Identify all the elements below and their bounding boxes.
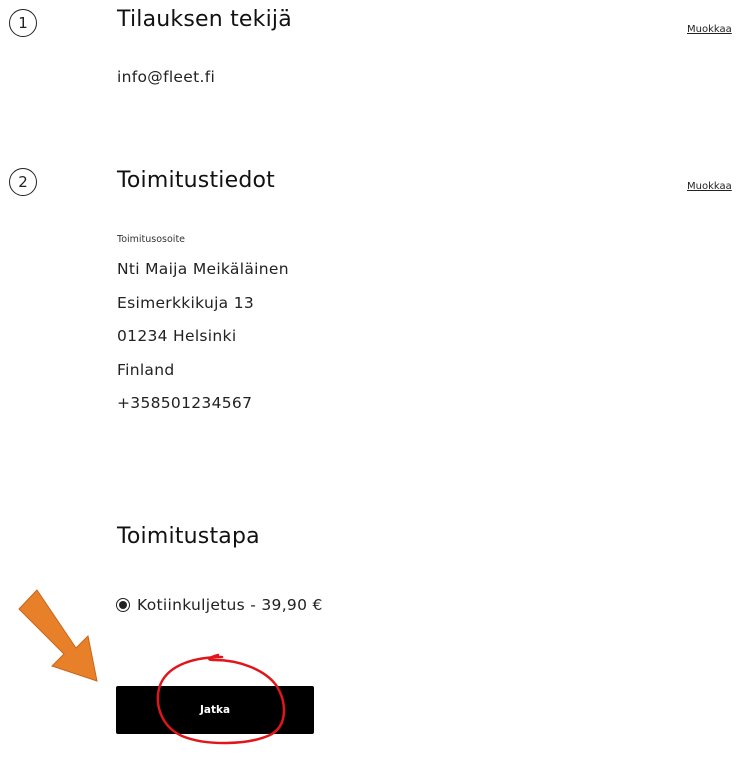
annotation-overlay <box>18 589 286 745</box>
step-number-2: 2 <box>9 168 37 196</box>
continue-button[interactable]: Jatka <box>116 686 314 734</box>
orderer-email: info@fleet.fi <box>117 68 216 86</box>
address-line-name: Nti Maija Meikäläinen <box>117 260 289 278</box>
orange-arrow-annotation <box>18 589 98 682</box>
address-line-postal-city: 01234 Helsinki <box>117 327 237 345</box>
edit-orderer-link[interactable]: Muokkaa <box>687 24 732 35</box>
edit-delivery-link[interactable]: Muokkaa <box>687 181 732 192</box>
step-number-1: 1 <box>9 9 37 37</box>
address-line-phone: +358501234567 <box>117 394 253 412</box>
address-line-country: Finland <box>117 361 175 379</box>
delivery-address-label: Toimitusosoite <box>117 234 186 245</box>
shipping-option-home-delivery[interactable]: Kotiinkuljetus - 39,90 € <box>116 596 323 614</box>
address-line-street: Esimerkkikuja 13 <box>117 294 255 312</box>
orderer-section-title: Tilauksen tekijä <box>117 7 292 32</box>
delivery-section-title: Toimitustiedot <box>117 168 275 193</box>
shipping-section-title: Toimitustapa <box>117 524 260 549</box>
shipping-option-label: Kotiinkuljetus - 39,90 € <box>137 596 323 614</box>
radio-selected-dot <box>119 601 127 609</box>
shipping-option-radio[interactable] <box>116 598 130 612</box>
